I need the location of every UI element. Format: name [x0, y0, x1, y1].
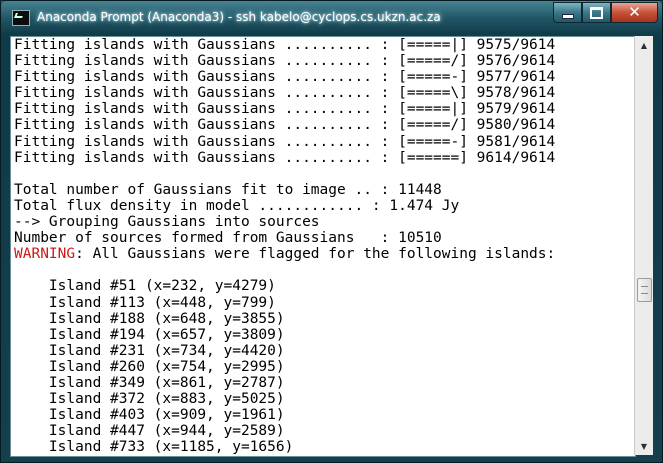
- island-line: Island #447 (x=944, y=2589): [14, 423, 285, 440]
- num-sources-line: Number of sources formed from Gaussians …: [14, 230, 442, 247]
- fit-line: Fitting islands with Gaussians .........…: [14, 101, 556, 118]
- blank-line: [11, 166, 635, 182]
- title-bar[interactable]: Anaconda Prompt (Anaconda3) - ssh kabelo…: [1, 1, 662, 35]
- island-line: Island #113 (x=448, y=799): [14, 294, 276, 311]
- window-title: Anaconda Prompt (Anaconda3) - ssh kabelo…: [37, 10, 441, 24]
- island-line: Island #260 (x=754, y=2995): [14, 358, 285, 375]
- island-line: Island #403 (x=909, y=1961): [14, 407, 285, 424]
- fit-line: Fitting islands with Gaussians .........…: [14, 117, 556, 134]
- console-output[interactable]: Fitting islands with Gaussians .........…: [10, 36, 636, 457]
- console-app-icon[interactable]: [12, 10, 30, 26]
- fit-line: Fitting islands with Gaussians .........…: [14, 53, 556, 70]
- window-controls: ✕: [553, 2, 658, 23]
- fit-line: Fitting islands with Gaussians .........…: [14, 37, 556, 53]
- grouping-line: --> Grouping Gaussians into sources: [14, 214, 320, 231]
- total-flux-line: Total flux density in model ............…: [14, 197, 460, 214]
- fit-line: Fitting islands with Gaussians .........…: [14, 149, 556, 166]
- island-line: Island #194 (x=657, y=3809): [14, 326, 285, 343]
- vertical-scrollbar[interactable]: ▲ ▼: [634, 36, 653, 455]
- island-line: Island #372 (x=883, y=5025): [14, 391, 285, 408]
- blank-line: [11, 262, 635, 278]
- maximize-button[interactable]: [582, 2, 611, 23]
- terminal-window: Anaconda Prompt (Anaconda3) - ssh kabelo…: [0, 0, 663, 463]
- island-line: Island #188 (x=648, y=3855): [14, 310, 285, 327]
- total-gaussians-line: Total number of Gaussians fit to image .…: [14, 181, 442, 198]
- scrollbar-thumb[interactable]: [637, 278, 652, 302]
- scroll-down-arrow-icon[interactable]: ▼: [635, 438, 653, 454]
- island-line: Island #349 (x=861, y=2787): [14, 374, 285, 391]
- island-line: Island #733 (x=1185, y=1656): [14, 439, 294, 456]
- island-line: Island #231 (x=734, y=4420): [14, 342, 285, 359]
- close-icon: ✕: [628, 3, 641, 21]
- warning-line: WARNING: All Gaussians were flagged for …: [11, 246, 635, 262]
- island-line: Island #51 (x=232, y=4279): [14, 278, 276, 295]
- maximize-icon: [590, 6, 603, 19]
- fit-line: Fitting islands with Gaussians .........…: [14, 133, 556, 150]
- warning-label: WARNING: [14, 246, 76, 263]
- warning-text: : All Gaussians were flagged for the fol…: [75, 246, 556, 263]
- fit-line: Fitting islands with Gaussians .........…: [14, 85, 556, 102]
- minimize-icon: [561, 13, 574, 19]
- scroll-up-arrow-icon[interactable]: ▲: [635, 37, 653, 53]
- fit-line: Fitting islands with Gaussians .........…: [14, 69, 556, 86]
- minimize-button[interactable]: [553, 2, 582, 23]
- close-button[interactable]: ✕: [611, 2, 658, 23]
